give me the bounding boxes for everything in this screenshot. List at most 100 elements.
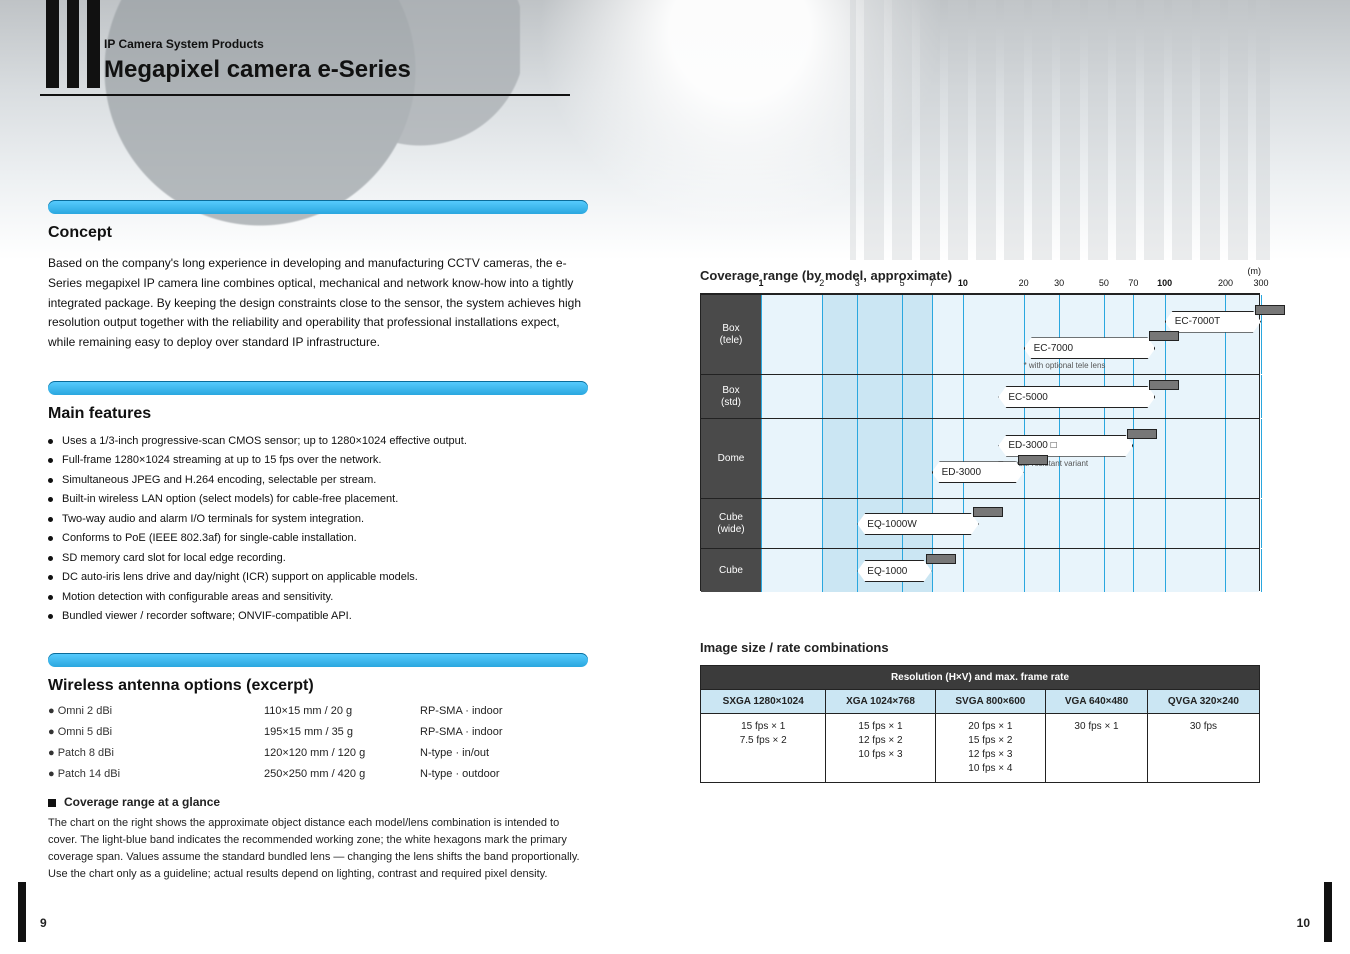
size-col-header: QVGA 320×240 — [1147, 690, 1259, 714]
chart-row-label: Cube — [701, 549, 761, 592]
chart-row-label: Dome — [701, 419, 761, 498]
section-heading: Main features — [48, 405, 588, 423]
bullet-title: Coverage range at a glance — [64, 795, 220, 809]
chart-row: Box (std) EC-5000 — [701, 374, 1259, 418]
camera-icon — [1127, 429, 1157, 439]
camera-icon — [1018, 455, 1048, 465]
size-cell: 30 fps — [1147, 714, 1259, 783]
section-features: Main features Uses a 1/3-inch progressiv… — [48, 381, 588, 625]
x-tick: 3 — [855, 278, 860, 288]
page-edge — [1324, 882, 1332, 942]
coverage-band-label: EC-7000T — [1165, 316, 1231, 327]
x-tick: 70 — [1128, 278, 1138, 288]
x-tick: 200 — [1218, 278, 1233, 288]
coverage-band: ED-3000 □ — [998, 435, 1133, 457]
size-table-block: Image size / rate combinations Resolutio… — [700, 640, 1260, 783]
page-number-left: 9 — [40, 916, 47, 930]
coverage-band: ED-3000 — [932, 461, 1024, 483]
right-column: Coverage range (by model, approximate) 1… — [700, 268, 1270, 591]
size-table-title: Image size / rate combinations — [700, 640, 1260, 655]
size-cell: 15 fps × 1 12 fps × 2 10 fps × 3 — [826, 714, 935, 783]
section-body: Based on the company's long experience i… — [48, 254, 588, 353]
feature-text: Two-way audio and alarm I/O terminals fo… — [62, 513, 364, 525]
page-edge — [18, 882, 26, 942]
coverage-band: EQ-1000W — [857, 513, 979, 535]
antenna-conn: RP-SMA · indoor — [420, 724, 560, 741]
chart-row: Cube (wide)EQ-1000W — [701, 498, 1259, 548]
bullet-icon — [48, 614, 53, 619]
feature-item: DC auto-iris lens drive and day/night (I… — [48, 569, 588, 586]
x-tick: 20 — [1019, 278, 1029, 288]
section-heading: Concept — [48, 224, 588, 242]
size-col-header: XGA 1024×768 — [826, 690, 935, 714]
x-axis-unit: (m) — [1248, 266, 1262, 276]
camera-icon — [926, 554, 956, 564]
square-bullet-icon — [48, 799, 56, 807]
antenna-row: ● Omni 5 dBi195×15 mm / 35 gRP-SMA · ind… — [48, 724, 588, 741]
antenna-dims: 195×15 mm / 35 g — [264, 724, 414, 741]
feature-item: Uses a 1/3-inch progressive-scan CMOS se… — [48, 433, 588, 450]
feature-list: Uses a 1/3-inch progressive-scan CMOS se… — [48, 433, 588, 625]
antenna-conn: RP-SMA · indoor — [420, 703, 560, 720]
section-pill — [48, 381, 588, 395]
logo-stripes — [46, 0, 100, 88]
bullet-icon — [48, 497, 53, 502]
coverage-band-label: EC-7000 — [1024, 343, 1083, 354]
antenna-dims: 110×15 mm / 20 g — [264, 703, 414, 720]
x-tick: 2 — [819, 278, 824, 288]
feature-text: SD memory card slot for local edge recor… — [62, 552, 286, 564]
coverage-band: EC-7000T — [1165, 311, 1261, 333]
camera-icon — [1149, 380, 1179, 390]
chart-row-label: Box (std) — [701, 375, 761, 418]
page-number-right: 10 — [1297, 916, 1310, 930]
coverage-band: EC-7000 — [1024, 337, 1156, 359]
x-tick: 30 — [1054, 278, 1064, 288]
bullet-icon — [48, 517, 53, 522]
feature-text: Simultaneous JPEG and H.264 encoding, se… — [62, 474, 376, 486]
feature-item: Simultaneous JPEG and H.264 encoding, se… — [48, 472, 588, 489]
feature-text: DC auto-iris lens drive and day/night (I… — [62, 571, 418, 583]
feature-item: Built-in wireless LAN option (select mod… — [48, 491, 588, 508]
feature-text: Built-in wireless LAN option (select mod… — [62, 493, 398, 505]
bullet-icon — [48, 536, 53, 541]
x-tick: 5 — [900, 278, 905, 288]
feature-text: Motion detection with configurable areas… — [62, 591, 333, 603]
bullet-icon — [48, 575, 53, 580]
feature-item: Two-way audio and alarm I/O terminals fo… — [48, 511, 588, 528]
antenna-row: ● Patch 14 dBi 250×250 mm / 420 g N-type ·… — [48, 766, 588, 783]
x-tick: 50 — [1099, 278, 1109, 288]
x-tick: 100 — [1157, 278, 1172, 288]
antenna-dims: 120×120 mm / 120 g — [264, 745, 414, 762]
feature-text: Uses a 1/3-inch progressive-scan CMOS se… — [62, 435, 467, 447]
size-table: Resolution (H×V) and max. frame rate SXG… — [700, 665, 1260, 783]
section-pill — [48, 200, 588, 214]
bullet-icon — [48, 458, 53, 463]
coverage-band: EC-5000 — [998, 386, 1155, 408]
antenna-conn: N-type · outdoor — [420, 766, 560, 783]
size-cell: 20 fps × 1 15 fps × 2 12 fps × 3 10 fps … — [935, 714, 1046, 783]
feature-item: Full-frame 1280×1024 streaming at up to … — [48, 452, 588, 469]
camera-icon — [973, 507, 1003, 517]
coverage-chart: 123571020305070100200300 (m) Box (tele)E… — [700, 293, 1260, 591]
antenna-dims: 250×250 mm / 420 g — [264, 766, 414, 783]
coverage-band-label: EQ-1000W — [857, 519, 926, 530]
chart-row: Box (tele) EC-7000T EC-7000 * with optional… — [701, 294, 1259, 374]
antenna-conn: N-type · in/out — [420, 745, 560, 762]
feature-item: Bundled viewer / recorder software; ONVI… — [48, 608, 588, 625]
coverage-band-label: EC-5000 — [998, 392, 1057, 403]
section-antenna: Wireless antenna options (excerpt) ● Omn… — [48, 653, 588, 883]
coverage-note: * with optional tele lens — [1024, 361, 1106, 370]
bullet-heading: Coverage range at a glance — [48, 795, 588, 809]
section-concept: Concept Based on the company's long expe… — [48, 200, 588, 353]
antenna-row: ● Omni 2 dBi110×15 mm / 20 gRP-SMA · ind… — [48, 703, 588, 720]
chart-row: DomeED-3000 □□ vandal-resistant variantE… — [701, 418, 1259, 498]
antenna-label: ● Patch 14 dBi — [48, 766, 258, 783]
coverage-band: EQ-1000 — [857, 560, 931, 582]
antenna-row: ● Patch 8 dBi120×120 mm / 120 gN-type · … — [48, 745, 588, 762]
section-heading: Wireless antenna options (excerpt) — [48, 677, 588, 695]
chart-row-label: Box (tele) — [701, 295, 761, 374]
section-pill — [48, 653, 588, 667]
bullet-icon — [48, 556, 53, 561]
x-tick: 7 — [929, 278, 934, 288]
x-axis-ticks: 123571020305070100200300 — [761, 278, 1259, 292]
